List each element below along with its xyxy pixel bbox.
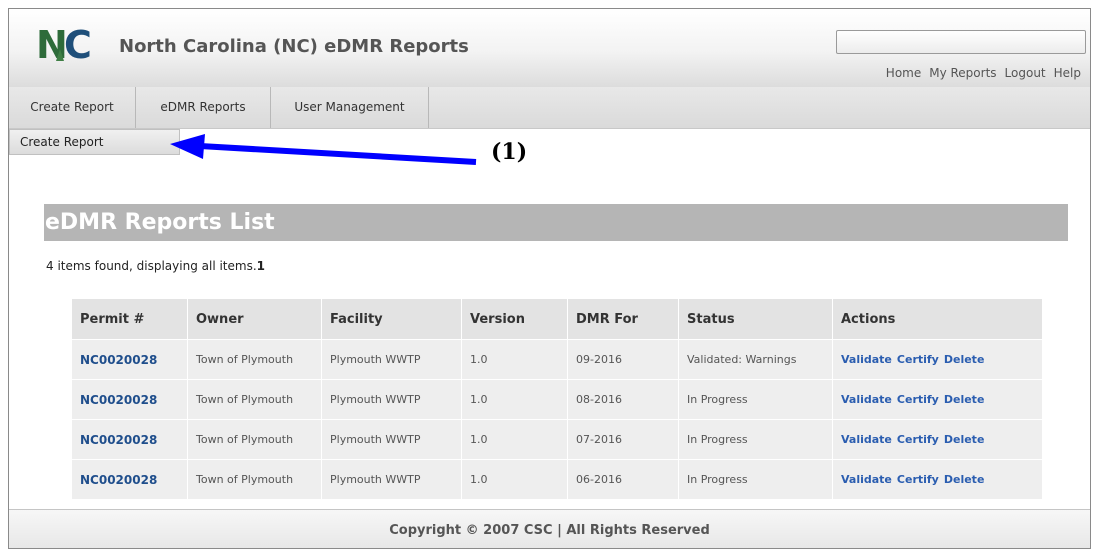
my-reports-link[interactable]: My Reports — [929, 66, 996, 80]
actions-cell: Validate Certify Delete — [833, 419, 1043, 459]
dmr-for-cell: 07-2016 — [568, 419, 679, 459]
column-header-permit: Permit # — [72, 299, 188, 339]
dmr-for-cell: 08-2016 — [568, 379, 679, 419]
actions-cell: Validate Certify Delete — [833, 339, 1043, 379]
permit-link[interactable]: NC0020028 — [80, 393, 157, 407]
validate-link[interactable]: Validate — [841, 353, 892, 366]
search-input[interactable] — [836, 30, 1086, 54]
permit-link[interactable]: NC0020028 — [80, 473, 157, 487]
dmr-for-cell: 09-2016 — [568, 339, 679, 379]
status-cell: Validated: Warnings — [679, 339, 833, 379]
facility-cell: Plymouth WWTP — [322, 339, 462, 379]
table-row: NC0020028 Town of Plymouth Plymouth WWTP… — [72, 339, 1043, 379]
status-cell: In Progress — [679, 379, 833, 419]
delete-link[interactable]: Delete — [944, 473, 985, 486]
owner-cell: Town of Plymouth — [188, 379, 322, 419]
delete-link[interactable]: Delete — [944, 433, 985, 446]
facility-cell: Plymouth WWTP — [322, 459, 462, 499]
copyright-text: Copyright © 2007 CSC | All Rights Reserv… — [389, 523, 710, 538]
items-found-text: 4 items found, displaying all items.1 — [46, 259, 266, 273]
column-header-facility: Facility — [322, 299, 462, 339]
actions-cell: Validate Certify Delete — [833, 459, 1043, 499]
table-header-row: Permit # Owner Facility Version DMR For … — [72, 299, 1043, 339]
delete-link[interactable]: Delete — [944, 393, 985, 406]
table-row: NC0020028 Town of Plymouth Plymouth WWTP… — [72, 379, 1043, 419]
version-cell: 1.0 — [462, 419, 568, 459]
callout-label: (1) — [491, 139, 528, 165]
svg-text:C: C — [64, 23, 92, 65]
footer: Copyright © 2007 CSC | All Rights Reserv… — [9, 509, 1090, 548]
owner-cell: Town of Plymouth — [188, 459, 322, 499]
nc-logo: N C — [36, 23, 92, 65]
help-link[interactable]: Help — [1054, 66, 1081, 80]
delete-link[interactable]: Delete — [944, 353, 985, 366]
column-header-status: Status — [679, 299, 833, 339]
dropdown-item-create-report[interactable]: Create Report — [20, 135, 103, 149]
header: N C North Carolina (NC) eDMR Reports Hom… — [9, 9, 1090, 87]
dmr-for-cell: 06-2016 — [568, 459, 679, 499]
validate-link[interactable]: Validate — [841, 473, 892, 486]
validate-link[interactable]: Validate — [841, 433, 892, 446]
version-cell: 1.0 — [462, 339, 568, 379]
logout-link[interactable]: Logout — [1005, 66, 1046, 80]
owner-cell: Town of Plymouth — [188, 339, 322, 379]
permit-link[interactable]: NC0020028 — [80, 433, 157, 447]
main-navbar: Create Report eDMR Reports User Manageme… — [9, 87, 1090, 129]
certify-link[interactable]: Certify — [897, 393, 939, 406]
version-cell: 1.0 — [462, 459, 568, 499]
column-header-owner: Owner — [188, 299, 322, 339]
column-header-dmr-for: DMR For — [568, 299, 679, 339]
actions-cell: Validate Certify Delete — [833, 379, 1043, 419]
top-links: Home My Reports Logout Help — [886, 66, 1081, 80]
column-header-actions: Actions — [833, 299, 1043, 339]
create-report-dropdown: Create Report — [9, 129, 180, 155]
tab-edmr-reports[interactable]: eDMR Reports — [136, 87, 271, 128]
version-cell: 1.0 — [462, 379, 568, 419]
table-row: NC0020028 Town of Plymouth Plymouth WWTP… — [72, 459, 1043, 499]
owner-cell: Town of Plymouth — [188, 419, 322, 459]
table-row: NC0020028 Town of Plymouth Plymouth WWTP… — [72, 419, 1043, 459]
facility-cell: Plymouth WWTP — [322, 419, 462, 459]
tab-create-report[interactable]: Create Report — [9, 87, 136, 128]
validate-link[interactable]: Validate — [841, 393, 892, 406]
certify-link[interactable]: Certify — [897, 473, 939, 486]
reports-table: Permit # Owner Facility Version DMR For … — [72, 299, 1043, 499]
column-header-version: Version — [462, 299, 568, 339]
certify-link[interactable]: Certify — [897, 433, 939, 446]
certify-link[interactable]: Certify — [897, 353, 939, 366]
home-link[interactable]: Home — [886, 66, 921, 80]
page-number-link[interactable]: 1 — [257, 259, 265, 273]
status-cell: In Progress — [679, 419, 833, 459]
app-window: N C North Carolina (NC) eDMR Reports Hom… — [8, 8, 1091, 549]
page-title: eDMR Reports List — [44, 204, 1068, 241]
tab-user-management[interactable]: User Management — [271, 87, 429, 128]
facility-cell: Plymouth WWTP — [322, 379, 462, 419]
app-title: North Carolina (NC) eDMR Reports — [119, 36, 469, 57]
permit-link[interactable]: NC0020028 — [80, 353, 157, 367]
status-cell: In Progress — [679, 459, 833, 499]
